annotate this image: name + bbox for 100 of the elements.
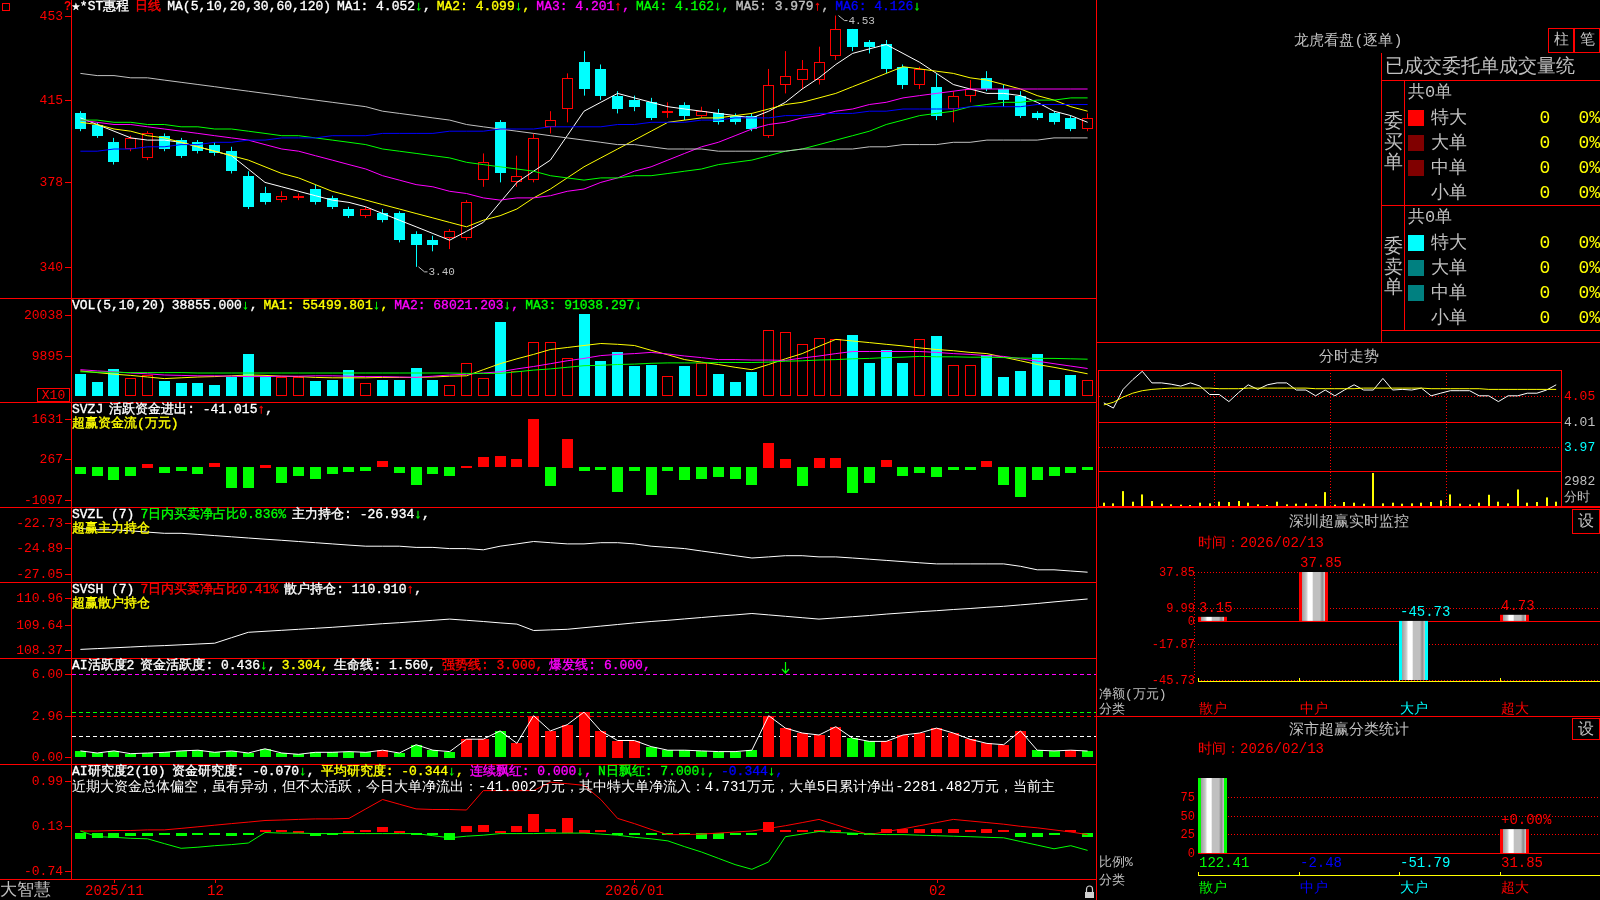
order-total: 共0单 [1408, 208, 1453, 228]
order-count: 0 [1539, 307, 1551, 328]
chart-header-text: MA3: 91038.297↓ [525, 299, 643, 313]
category-label: 中户 [1300, 880, 1328, 896]
axis-label: 0 [1187, 846, 1195, 861]
chart-header-text: 3.304, [281, 659, 329, 673]
chart-header-text: AI研究度2(10) [72, 765, 166, 779]
price-callout: 4.53 [838, 15, 875, 28]
date-label: 2025/11 [85, 883, 144, 899]
axis-label: 378 [39, 175, 63, 190]
chart-header-text: MA4: 4.162↓, [636, 0, 730, 14]
axis-label: -24.89 [16, 541, 63, 556]
chart-header-text: 主力持仓: -26.934↓, [292, 508, 430, 522]
order-share: 0% [1578, 132, 1600, 153]
chart-header-text: MA1: 4.052↓, [337, 0, 431, 14]
panel-title: 深圳超赢实时监控 [1288, 512, 1409, 531]
axis-label: -17.87 [1151, 637, 1195, 652]
value-label: 37.85 [1300, 555, 1342, 571]
order-count: 0 [1539, 257, 1551, 278]
value-label: 31.85 [1501, 855, 1543, 871]
category-label: 大户 [1400, 701, 1428, 716]
axis-label: -45.73 [1151, 673, 1195, 688]
order-share: 0% [1578, 307, 1600, 328]
chart-header-text: 7日内买卖净占比0.41% [140, 583, 279, 597]
category-label: 大户 [1400, 880, 1428, 896]
axis-label: 415 [39, 93, 63, 108]
price-callout: 3.40 [418, 266, 455, 279]
order-count: 0 [1539, 182, 1551, 203]
axis-label: 25 [1180, 827, 1195, 842]
panel-title: 龙虎看盘(逐单) [1294, 31, 1403, 50]
table-title: 已成交委托单成交量统 [1385, 55, 1575, 78]
annotation: 3.40 [428, 266, 455, 279]
chart-header-text: 日线 [135, 0, 162, 14]
chart-title: 分时走势 [1318, 347, 1379, 366]
category-label: 散户 [1199, 701, 1227, 716]
axis-title: 净额(万元) [1099, 686, 1167, 702]
axis-label: 267 [39, 452, 63, 467]
axis-label: -27.05 [16, 567, 63, 582]
chart-header-text: 超赢散户持仓 [72, 597, 150, 611]
chart-header-text: 生命线: 1.560, [334, 659, 436, 673]
axis-label: -22.73 [16, 516, 63, 531]
brand-label: 大智慧 [0, 881, 52, 900]
chart-header-text: 38855.000↓, [171, 299, 258, 313]
chart-header-text: AI活跃度2 [72, 659, 135, 673]
category-label: 超大 [1501, 880, 1529, 896]
chart-header-text: SVZJ [72, 403, 104, 417]
order-size-label: 中单 [1431, 157, 1467, 178]
value-label: -51.79 [1400, 855, 1451, 871]
chart-header-text: 连续飘红: 0.000↓, [469, 765, 592, 779]
chart-header-text: MA2: 68021.203↓, [394, 299, 520, 313]
date-label: 12 [207, 883, 224, 899]
value-label: 4.73 [1501, 597, 1535, 614]
axis-label: 37.85 [1159, 565, 1195, 580]
order-share: 0% [1578, 107, 1600, 128]
order-size-label: 中单 [1431, 282, 1467, 303]
order-size-label: 大单 [1431, 257, 1467, 278]
axis-label: 109.64 [16, 618, 63, 633]
axis-label: 3.97 [1564, 440, 1596, 455]
chart-header-text: MA3: 4.201↑, [536, 0, 630, 14]
axis-label: 9895 [31, 349, 63, 364]
category-label: 超大 [1501, 701, 1529, 716]
volume-caption: 分时 [1564, 489, 1590, 505]
annotation: 4.53 [848, 15, 875, 28]
order-count: 0 [1539, 132, 1551, 153]
order-share: 0% [1578, 232, 1600, 253]
axis-title: 比例% [1099, 854, 1133, 870]
chart-header-text: MA(5,10,20,30,60,120) [167, 0, 332, 14]
axis-title: 分类 [1099, 701, 1125, 716]
axis-label: -1097 [24, 493, 63, 507]
chart-header-text: N日飘红: 7.000↓, [597, 765, 715, 779]
date-label: 2026/01 [605, 883, 664, 899]
chart-header-text: MA2: 4.099↓, [436, 0, 531, 14]
axis-label: 0.13 [31, 819, 63, 834]
axis-label: 6.00 [31, 667, 63, 682]
chart-header-text: MA1: 55499.801↓, [263, 299, 389, 313]
axis-label: 108.37 [16, 643, 63, 658]
order-count: 0 [1539, 107, 1551, 128]
axis-label: 0 [1187, 614, 1195, 629]
order-share: 0% [1578, 282, 1600, 303]
order-share: 0% [1578, 157, 1600, 178]
value-label: 3.15 [1199, 599, 1233, 616]
axis-label: 50 [1180, 809, 1195, 824]
axis-label: 75 [1180, 790, 1195, 805]
chart-header-text: SVSH (7) [72, 583, 135, 597]
order-share: 0% [1578, 182, 1600, 203]
chart-header-text: 资金活跃度: 0.436↓, [140, 659, 276, 673]
chart-header-text: SVZL (7) [72, 508, 135, 522]
side-label: 委卖单 [1383, 236, 1403, 300]
axis-label: 20038 [24, 308, 63, 323]
timestamp-label: 时间：2026/02/13 [1198, 535, 1324, 551]
order-size-label: 特大 [1431, 107, 1467, 128]
annotation-label: +0.00% [1501, 812, 1552, 829]
order-count: 0 [1539, 232, 1551, 253]
chart-header-text: MA6: 4.126↓ [835, 0, 922, 14]
axis-label: 340 [39, 260, 63, 275]
axis-label: -0.74 [24, 864, 63, 879]
order-share: 0% [1578, 257, 1600, 278]
axis-label: 1631 [31, 412, 63, 427]
axis-label: 4.01 [1564, 415, 1596, 430]
chart-header-text: 爆发线: 6.000, [549, 659, 651, 673]
